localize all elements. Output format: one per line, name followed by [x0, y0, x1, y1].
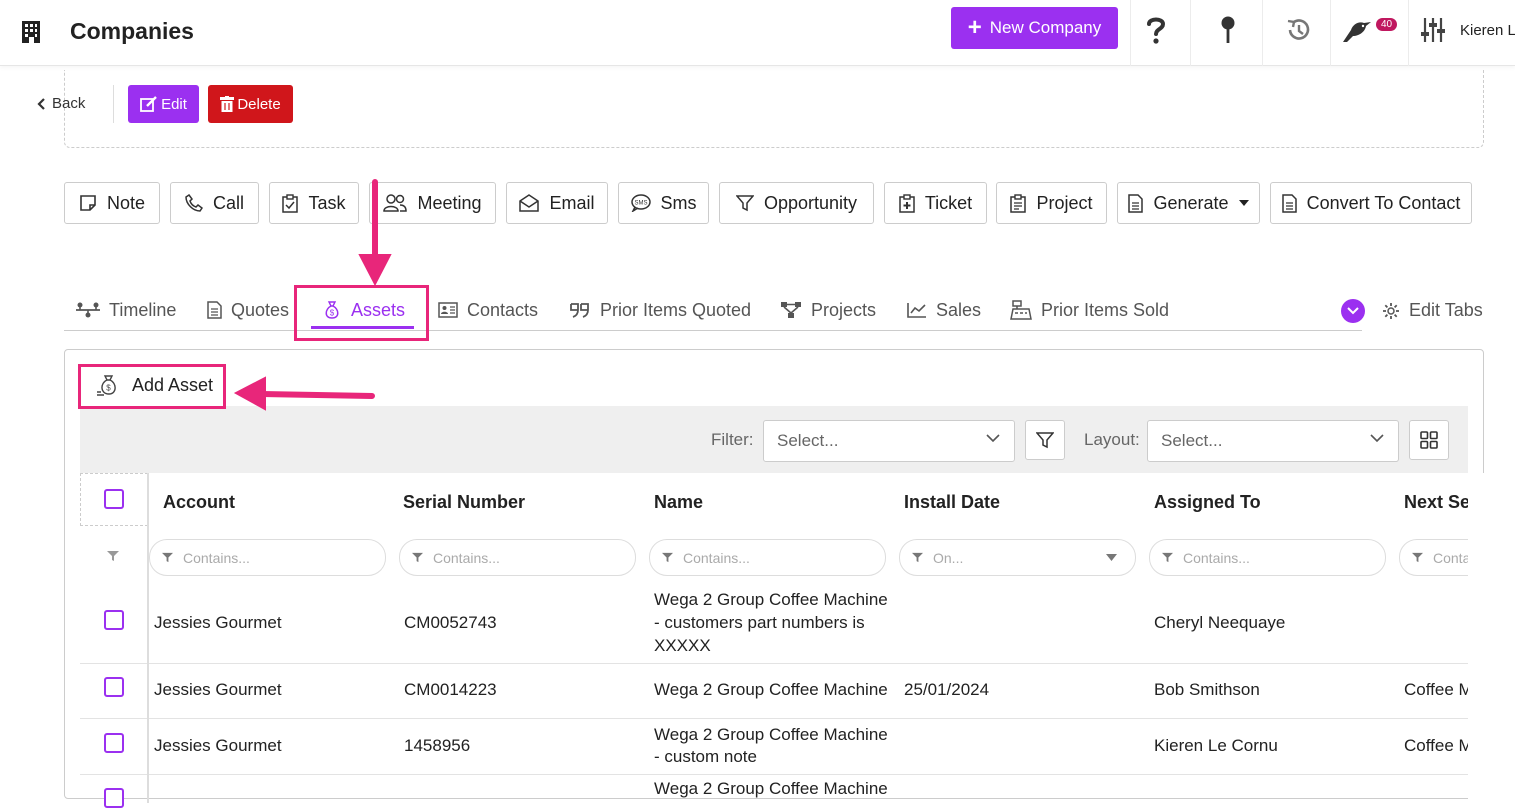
arrow-left-annotation	[259, 391, 375, 399]
annotation-arrows	[233, 179, 392, 411]
